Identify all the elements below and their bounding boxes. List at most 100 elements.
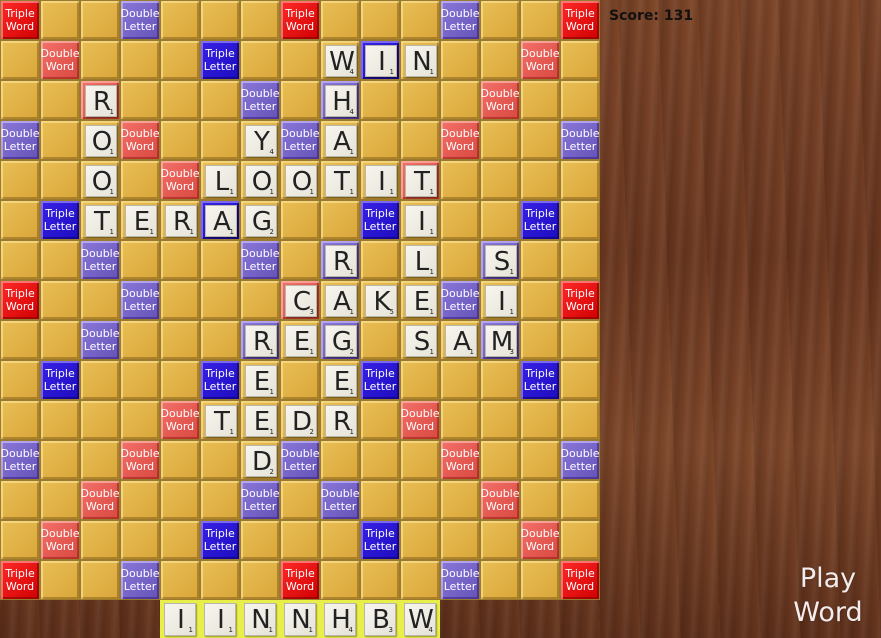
board-cell[interactable]	[480, 200, 520, 240]
board-cell-dl[interactable]: Double Letter	[440, 0, 480, 40]
rack-tile[interactable]: I1	[204, 603, 236, 636]
board-cell-dl[interactable]: H4	[320, 80, 360, 120]
board-cell-tl[interactable]: Triple Letter	[360, 360, 400, 400]
board-cell[interactable]	[200, 120, 240, 160]
board-cell[interactable]	[200, 320, 240, 360]
board-cell[interactable]	[520, 280, 560, 320]
board-tile[interactable]: A1	[205, 205, 237, 237]
board-cell-tl[interactable]: A1	[200, 200, 240, 240]
board-cell-dl[interactable]: Double Letter	[120, 560, 160, 600]
board-tile[interactable]: R1	[165, 205, 197, 237]
board-cell[interactable]	[480, 440, 520, 480]
board-cell[interactable]	[560, 200, 600, 240]
board-tile[interactable]: O1	[245, 165, 277, 197]
board-cell[interactable]	[40, 440, 80, 480]
board-cell[interactable]	[560, 360, 600, 400]
board-cell-tw[interactable]: Triple Word	[0, 280, 40, 320]
board-cell[interactable]	[480, 160, 520, 200]
board-cell[interactable]	[560, 240, 600, 280]
board-cell[interactable]	[360, 440, 400, 480]
board-cell[interactable]	[320, 520, 360, 560]
board-cell-dw[interactable]: Double Word	[520, 520, 560, 560]
board-cell[interactable]	[0, 400, 40, 440]
board-cell-dw[interactable]: Double Word	[160, 400, 200, 440]
board-cell[interactable]	[120, 400, 160, 440]
board-cell[interactable]	[400, 440, 440, 480]
board-cell[interactable]	[400, 560, 440, 600]
board-cell-tw[interactable]: Triple Word	[280, 0, 320, 40]
board-cell[interactable]	[520, 560, 560, 600]
board-cell-dw[interactable]: C3	[280, 280, 320, 320]
board-cell[interactable]	[360, 240, 400, 280]
board-cell[interactable]	[440, 400, 480, 440]
board-cell[interactable]	[360, 80, 400, 120]
rack-tile[interactable]: B3	[364, 603, 396, 636]
board-tile[interactable]: M3	[485, 325, 517, 357]
board-cell[interactable]: E1	[240, 400, 280, 440]
board-cell[interactable]	[520, 440, 560, 480]
board-cell[interactable]	[440, 200, 480, 240]
board-cell[interactable]	[520, 320, 560, 360]
board-tile[interactable]: W4	[325, 45, 357, 77]
board-tile[interactable]: E1	[245, 365, 277, 397]
board-cell[interactable]	[240, 40, 280, 80]
board-cell-tl[interactable]: I1	[360, 40, 400, 80]
board-cell-dw[interactable]: Double Word	[440, 440, 480, 480]
board-cell-dw[interactable]: Double Word	[480, 480, 520, 520]
board-cell[interactable]	[40, 320, 80, 360]
board-cell[interactable]: D2	[240, 440, 280, 480]
board-cell[interactable]: T1	[320, 160, 360, 200]
board-cell[interactable]	[280, 240, 320, 280]
board-cell-tl[interactable]: Triple Letter	[200, 520, 240, 560]
board-cell[interactable]	[160, 320, 200, 360]
board-tile[interactable]: O1	[85, 125, 117, 157]
board-cell[interactable]	[320, 0, 360, 40]
board-cell[interactable]: E1	[240, 360, 280, 400]
board-cell[interactable]	[120, 80, 160, 120]
board-cell[interactable]: I1	[400, 200, 440, 240]
rack-tile[interactable]: W4	[404, 603, 436, 636]
board-cell[interactable]	[240, 560, 280, 600]
board-cell-dw[interactable]: T1	[400, 160, 440, 200]
board-cell[interactable]: E1	[400, 280, 440, 320]
board-cell[interactable]	[480, 560, 520, 600]
board-cell[interactable]	[280, 200, 320, 240]
board-cell[interactable]	[440, 480, 480, 520]
board-cell[interactable]	[360, 480, 400, 520]
board-cell-dl[interactable]: Double Letter	[120, 0, 160, 40]
board-cell[interactable]: D2	[280, 400, 320, 440]
board-cell[interactable]	[240, 0, 280, 40]
board-tile[interactable]: S1	[405, 325, 437, 357]
board-cell[interactable]	[40, 480, 80, 520]
board-cell-dl[interactable]: Double Letter	[280, 120, 320, 160]
board-cell[interactable]	[360, 400, 400, 440]
board-cell[interactable]	[40, 160, 80, 200]
board-cell[interactable]	[160, 360, 200, 400]
board-tile[interactable]: T1	[85, 205, 117, 237]
board-cell-dw[interactable]: Double Word	[520, 40, 560, 80]
board-cell[interactable]	[560, 320, 600, 360]
board-cell-dw[interactable]: Double Word	[440, 120, 480, 160]
board-cell[interactable]	[320, 200, 360, 240]
board-cell[interactable]	[80, 560, 120, 600]
board-cell[interactable]	[360, 320, 400, 360]
board-cell[interactable]	[480, 0, 520, 40]
board-tile[interactable]: E1	[405, 285, 437, 317]
board-tile[interactable]: R1	[85, 85, 117, 117]
board-cell[interactable]	[120, 520, 160, 560]
board-cell[interactable]	[80, 440, 120, 480]
board-tile[interactable]: O1	[85, 165, 117, 197]
board-cell[interactable]	[40, 280, 80, 320]
board-tile[interactable]: G2	[245, 205, 277, 237]
board-cell[interactable]: S1	[400, 320, 440, 360]
board-cell[interactable]: L1	[400, 240, 440, 280]
board-cell[interactable]	[80, 40, 120, 80]
board-cell-dl[interactable]: M3	[480, 320, 520, 360]
board-cell[interactable]: O1	[240, 160, 280, 200]
board-cell-tl[interactable]: Triple Letter	[200, 360, 240, 400]
board-cell-dl[interactable]: Double Letter	[560, 440, 600, 480]
board-cell[interactable]	[120, 320, 160, 360]
board-cell-dl[interactable]: Double Letter	[440, 280, 480, 320]
board-cell[interactable]	[80, 360, 120, 400]
board-cell[interactable]	[160, 80, 200, 120]
